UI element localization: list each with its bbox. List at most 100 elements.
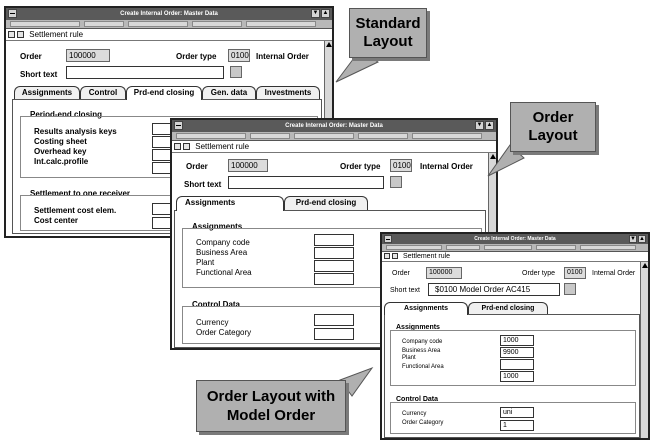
model-callout-line-1: Order Layout with [206, 388, 336, 405]
order-type-name: Internal Order [256, 52, 309, 61]
results-analysis-label: Results analysis keys [34, 127, 117, 136]
short-text-label: Short text [20, 70, 58, 79]
settlement-rule-row: Settlement rule [6, 30, 332, 41]
overhead-key-label: Overhead key [34, 147, 87, 156]
company-code-input[interactable] [314, 234, 354, 246]
model-order-callout: Order Layout with Model Order [196, 380, 346, 432]
costing-sheet-label: Costing sheet [34, 137, 87, 146]
order-type-name: Internal Order [592, 270, 636, 277]
tab-assignments[interactable]: Assignments [384, 302, 468, 315]
order-layout-callout: Order Layout [510, 102, 596, 152]
business-area-input[interactable] [314, 247, 354, 259]
window-title: Create Internal Order: Master Data [474, 236, 556, 242]
settlement-square-icon-2[interactable] [183, 143, 190, 151]
settlement-rule-row: Settlement rule [172, 142, 496, 153]
short-text-input[interactable]: $0100 Model Order AC415 [428, 283, 560, 296]
currency-label: Currency [196, 318, 229, 327]
business-area-input[interactable]: 9900 [500, 347, 534, 358]
scroll-up-icon[interactable] [326, 42, 332, 47]
standard-callout-line-2: Layout [363, 33, 413, 50]
order-type-field[interactable]: 0100 [390, 159, 412, 172]
cost-center-label: Cost center [34, 216, 79, 225]
window-title: Create Internal Order: Master Data [120, 11, 218, 17]
settlement-square-icon-2[interactable] [17, 31, 24, 39]
company-code-label: Company code [196, 238, 250, 247]
toolbar [382, 244, 648, 252]
window-title: Create Internal Order: Master Data [285, 123, 383, 129]
tab-assignments[interactable]: Assignments [14, 86, 80, 100]
order-label: Order [186, 162, 208, 171]
minimize-button[interactable]: ▼ [311, 9, 320, 18]
order-type-field[interactable]: 0100 [228, 49, 250, 62]
order-type-label: Order type [340, 162, 381, 171]
settlement-square-icon-2[interactable] [392, 253, 398, 260]
tab-gen-data[interactable]: Gen. data [202, 86, 256, 100]
order-type-name: Internal Order [420, 162, 473, 171]
maximize-button[interactable]: ▲ [485, 121, 494, 130]
settlement-square-icon[interactable] [8, 31, 15, 39]
standard-layout-callout: Standard Layout [349, 8, 427, 58]
company-code-input[interactable]: 1000 [500, 335, 534, 346]
settlement-cost-elem-label: Settlement cost elem. [34, 206, 117, 215]
plant-input[interactable] [314, 260, 354, 272]
maximize-button[interactable]: ▲ [638, 235, 646, 243]
functional-area-label: Functional Area [402, 364, 444, 370]
tab-control[interactable]: Control [80, 86, 126, 100]
order-category-input[interactable]: 1 [500, 420, 534, 431]
order-number-field[interactable]: 100000 [426, 267, 462, 279]
tab-assignments[interactable]: Assignments [176, 196, 284, 211]
order-type-field[interactable]: 0100 [564, 267, 586, 279]
maximize-button[interactable]: ▲ [321, 9, 330, 18]
order-callout-line-1: Order [532, 109, 574, 126]
vertical-scrollbar[interactable] [640, 262, 648, 438]
toolbar [172, 132, 496, 141]
functional-area-input[interactable] [314, 273, 354, 285]
scroll-up-icon[interactable] [490, 154, 496, 159]
tab-investments[interactable]: Investments [256, 86, 320, 100]
currency-input[interactable] [314, 314, 354, 326]
order-type-label: Order type [522, 270, 556, 277]
plant-input[interactable] [500, 359, 534, 370]
order-category-label: Order Category [402, 420, 444, 426]
settlement-square-icon[interactable] [174, 143, 181, 151]
tab-prd-end-closing[interactable]: Prd-end closing [126, 86, 202, 100]
int-calc-profile-label: Int.calc.profile [34, 157, 89, 166]
order-category-input[interactable] [314, 328, 354, 340]
plant-label: Plant [402, 355, 416, 361]
short-text-input[interactable] [66, 66, 224, 79]
settlement-rule-label[interactable]: Settlement rule [29, 30, 83, 39]
system-menu-icon[interactable] [8, 9, 17, 18]
short-text-label: Short text [390, 287, 420, 294]
company-code-label: Company code [402, 339, 443, 345]
system-menu-icon[interactable] [384, 235, 392, 243]
long-text-button[interactable] [564, 283, 576, 295]
tab-prd-end-closing[interactable]: Prd-end closing [284, 196, 368, 211]
settlement-rule-label[interactable]: Settlement rule [403, 253, 450, 260]
title-bar: Create Internal Order: Master Data ▼ ▲ [382, 234, 648, 244]
long-text-button[interactable] [230, 66, 242, 78]
settlement-rule-row: Settlement rule [382, 252, 648, 262]
short-text-label: Short text [184, 180, 222, 189]
functional-area-label: Functional Area [196, 268, 252, 277]
toolbar [6, 20, 332, 29]
long-text-button[interactable] [390, 176, 402, 188]
order-number-field[interactable]: 100000 [228, 159, 268, 172]
settlement-square-icon[interactable] [384, 253, 390, 260]
settlement-rule-label[interactable]: Settlement rule [195, 142, 249, 151]
order-type-label: Order type [176, 52, 217, 61]
functional-area-input[interactable]: 1000 [500, 371, 534, 382]
order-number-field[interactable]: 100000 [66, 49, 110, 62]
model-order-window: Create Internal Order: Master Data ▼ ▲ S… [380, 232, 650, 440]
model-callout-line-2: Model Order [226, 407, 316, 424]
short-text-input[interactable] [228, 176, 384, 189]
minimize-button[interactable]: ▼ [475, 121, 484, 130]
standard-callout-line-1: Standard [355, 15, 421, 32]
currency-input[interactable]: uni [500, 407, 534, 418]
system-menu-icon[interactable] [174, 121, 183, 130]
title-bar: Create Internal Order: Master Data ▼ ▲ [6, 8, 332, 20]
currency-label: Currency [402, 411, 427, 417]
scroll-up-icon[interactable] [642, 263, 648, 268]
title-bar: Create Internal Order: Master Data ▼ ▲ [172, 120, 496, 132]
business-area-label: Business Area [196, 248, 248, 257]
minimize-button[interactable]: ▼ [629, 235, 637, 243]
